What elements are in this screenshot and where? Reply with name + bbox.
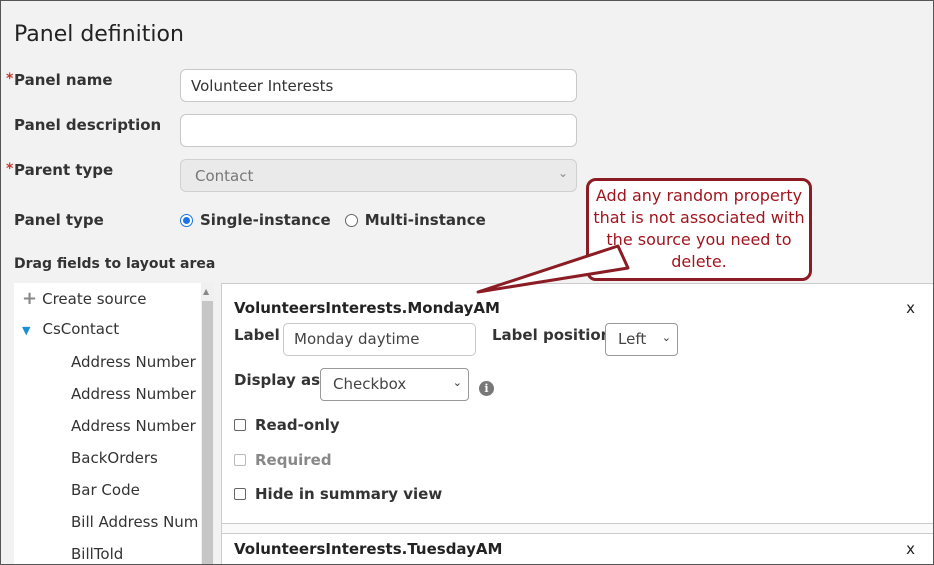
scroll-up-arrow-icon[interactable]: ▲ [203,287,209,296]
label-position-label: Label position [492,326,612,344]
chevron-down-icon: ⌄ [661,331,671,344]
callout-annotation: Add any random property that is not asso… [586,178,812,281]
close-icon[interactable]: x [906,299,915,317]
field-card-title: VolunteersInterests.MondayAM [234,299,500,317]
close-icon[interactable]: x [906,540,915,558]
required-marker: * [6,71,14,87]
tree-item[interactable]: BackOrders [71,449,158,467]
page-title: Panel definition [14,22,184,47]
chevron-down-icon: ⌄ [557,166,568,180]
panel-name-input[interactable]: Volunteer Interests [180,69,577,102]
field-tree: + Create source ▼ CsContact Address Number… [14,283,214,565]
panel-description-input[interactable] [180,114,577,147]
field-card-tuesdayam[interactable]: VolunteersInterests.TuesdayAM x [222,533,934,565]
radio-selected-icon[interactable] [180,213,193,227]
label-field-label: Label [234,326,280,344]
read-only-checkbox-row[interactable]: Read-only [234,416,340,434]
hide-summary-checkbox-row[interactable]: Hide in summary view [234,485,442,503]
radio-unselected-icon[interactable] [344,213,358,227]
layout-area: VolunteersInterests.MondayAM x Label Mon… [221,283,934,565]
field-card-mondayam[interactable]: VolunteersInterests.MondayAM x Label Mon… [222,284,934,524]
triangle-down-icon[interactable]: ▼ [22,324,30,337]
tree-item[interactable]: Address Number [71,353,196,371]
tree-item[interactable]: Bill Address Num [71,513,198,531]
display-as-select[interactable]: Checkbox ⌄ [320,368,469,401]
info-icon[interactable]: i [479,381,494,396]
panel-type-label: Panel type [14,211,104,229]
multi-instance-option[interactable]: Multi-instance [365,211,486,229]
required-marker: * [6,161,14,177]
checkbox[interactable] [234,419,246,431]
display-as-label: Display as [234,371,321,389]
tree-item[interactable]: BillTold [71,545,123,563]
panel-name-label: * Panel name [6,71,113,89]
tree-item[interactable]: Address Number [71,385,196,403]
required-checkbox-row: Required [234,451,332,469]
panel-description-label: Panel description [14,116,162,134]
plus-icon: + [22,288,38,309]
panel-type-radio-group: Single-instance Multi-instance [180,211,500,229]
label-input[interactable]: Monday daytime [283,323,476,356]
tree-scrollbar[interactable]: ▲ [201,283,214,565]
scrollbar-thumb[interactable] [202,301,213,565]
chevron-down-icon: ⌄ [452,376,462,389]
parent-type-select: Contact ⌄ [180,159,577,192]
create-source-item[interactable]: + Create source [22,288,147,309]
tree-item[interactable]: Bar Code [71,481,140,499]
parent-type-label: * Parent type [6,161,114,179]
drag-fields-label: Drag fields to layout area [14,256,216,272]
tree-item[interactable]: Address Number [71,417,196,435]
label-position-select[interactable]: Left ⌄ [605,323,678,356]
tree-group-cscontact[interactable]: ▼ CsContact [22,320,119,338]
single-instance-option[interactable]: Single-instance [200,211,331,229]
field-card-title: VolunteersInterests.TuesdayAM [234,540,503,558]
checkbox[interactable] [234,488,246,500]
checkbox [234,454,246,466]
